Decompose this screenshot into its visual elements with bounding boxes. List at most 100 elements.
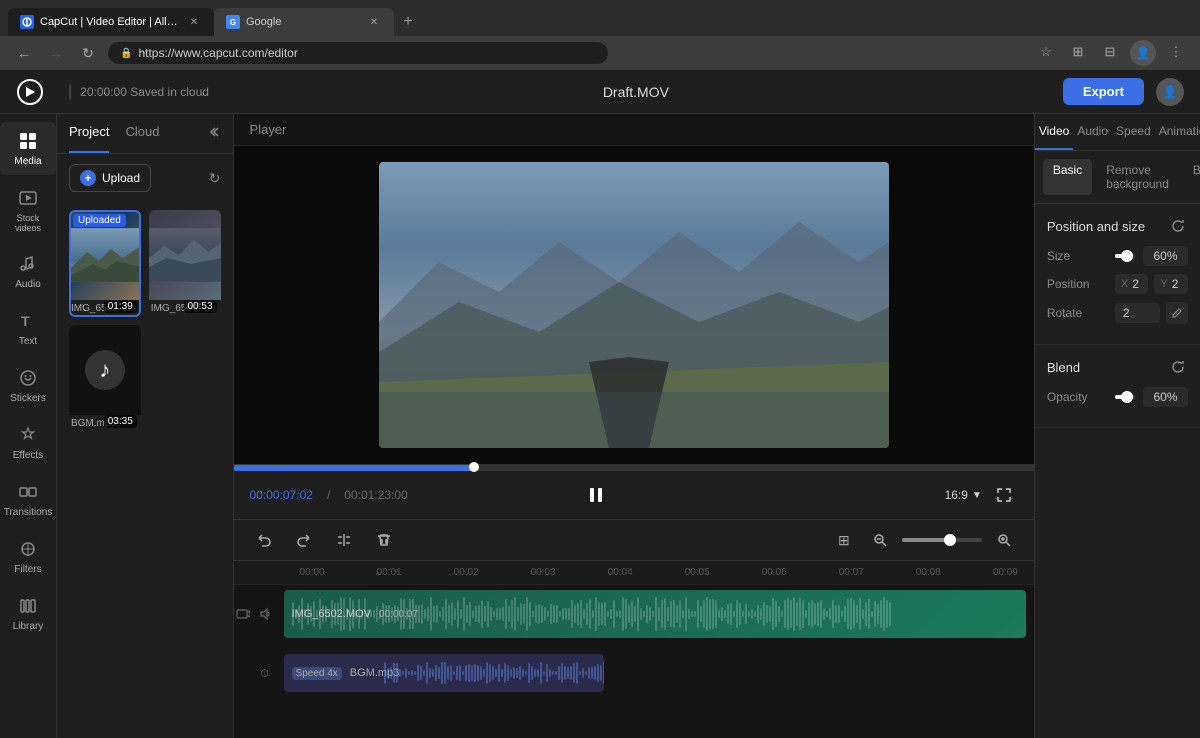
browser-actions: ☆ ⊞ ⊟ 👤 ⋮ [1034, 40, 1188, 66]
right-tab-audio[interactable]: Audio [1073, 114, 1112, 150]
header-divider: | [68, 83, 72, 101]
zoom-slider-fill [902, 538, 950, 542]
url-bar[interactable]: 🔒 https://www.capcut.com/editor [108, 42, 608, 64]
bookmark-button[interactable]: ☆ [1034, 40, 1058, 64]
opacity-slider-thumb[interactable] [1121, 391, 1133, 403]
timeline-progress [234, 465, 474, 471]
sidebar-item-filters[interactable]: Filters [0, 530, 56, 583]
aspect-ratio-button[interactable]: 16:9 ▼ [945, 488, 982, 502]
sidebar-item-audio[interactable]: Audio [0, 245, 56, 298]
zoom-out-button[interactable] [866, 526, 894, 554]
undo-button[interactable] [250, 526, 278, 554]
media-item-video1[interactable]: Uploaded 01:39 IMG_6502.mov [69, 210, 141, 317]
position-size-header: Position and size [1047, 216, 1188, 236]
sidebar-transitions-label: Transitions [4, 507, 53, 518]
user-button[interactable]: 👤 [1130, 40, 1156, 66]
opacity-slider[interactable] [1115, 395, 1135, 399]
tab-google[interactable]: G Google ✕ [214, 8, 394, 36]
sidebar-item-media[interactable]: Media [0, 122, 56, 175]
zoom-slider-thumb[interactable] [944, 534, 956, 546]
right-tab-animation[interactable]: Animation [1155, 114, 1200, 150]
sub-tab-background[interactable]: Background [1183, 159, 1200, 195]
zoom-in-button[interactable] [990, 526, 1018, 554]
more-button[interactable]: ⋮ [1164, 40, 1188, 64]
sidebar-effects-label: Effects [13, 450, 43, 461]
play-pause-button[interactable] [580, 479, 612, 511]
add-media-button[interactable]: ⊞ [830, 526, 858, 554]
tab-capcut-close[interactable]: ✕ [186, 14, 202, 30]
user-avatar[interactable]: 👤 [1156, 78, 1184, 106]
refresh-button[interactable]: ↻ [76, 41, 100, 65]
sidebar-item-effects[interactable]: Effects [0, 416, 56, 469]
media-item-video2[interactable]: 00:53 IMG_6504.mov [149, 210, 221, 317]
stock-videos-icon [17, 187, 39, 209]
upload-button[interactable]: + Upload [69, 164, 151, 192]
tab-google-close[interactable]: ✕ [366, 14, 382, 30]
back-button[interactable]: ← [12, 41, 36, 65]
sidebar-text-label: Text [19, 336, 37, 347]
position-x-input[interactable]: X 2 [1115, 274, 1149, 294]
opacity-label: Opacity [1047, 390, 1107, 404]
audio-track-timer-button[interactable]: ⏱ [254, 663, 276, 685]
stickers-icon [17, 367, 39, 389]
media-item-audio[interactable]: ♪ 03:35 BGM.mp3 [69, 325, 141, 432]
rotate-edit-button[interactable] [1166, 302, 1188, 324]
forward-button[interactable]: → [44, 41, 68, 65]
capcut-favicon [20, 15, 34, 29]
tab-project[interactable]: Project [69, 124, 109, 153]
video2-thumbnail [149, 210, 221, 300]
capcut-logo-icon [16, 78, 44, 106]
video-track-camera-button[interactable] [234, 603, 253, 625]
right-tab-video[interactable]: Video [1035, 114, 1073, 150]
fullscreen-button[interactable] [990, 481, 1018, 509]
position-y-input[interactable]: Y 2 [1154, 274, 1188, 294]
zoom-controls: ⊞ [830, 526, 1018, 554]
sub-tab-basic[interactable]: Basic [1043, 159, 1092, 195]
size-slider-thumb[interactable] [1121, 250, 1133, 262]
layout-button[interactable]: ⊟ [1098, 40, 1122, 64]
right-tab-speed[interactable]: Speed [1112, 114, 1155, 150]
opacity-row: Opacity 60% [1047, 387, 1188, 407]
sidebar-stock-label: Stock videos [4, 213, 52, 233]
ruler-mark-0001: 00:01 [377, 567, 402, 578]
tab-capcut[interactable]: CapCut | Video Editor | All-In-O ✕ [8, 8, 214, 36]
transitions-icon [17, 481, 39, 503]
extensions-button[interactable]: ⊞ [1066, 40, 1090, 64]
video-track-volume-button[interactable] [257, 603, 276, 625]
zoom-slider[interactable] [902, 538, 982, 542]
sidebar-item-stickers[interactable]: Stickers [0, 359, 56, 412]
audio-track-clip[interactable]: Speed 4x BGM.mp3 document.currentScript.… [284, 654, 604, 692]
size-slider[interactable] [1115, 254, 1135, 258]
timeline-scrubber-thumb[interactable] [469, 462, 479, 472]
right-panel-tabs: Video Audio Speed Animation [1035, 114, 1200, 151]
split-button[interactable] [330, 526, 358, 554]
sidebar-item-text[interactable]: T Text [0, 302, 56, 355]
sidebar-item-transitions[interactable]: Transitions [0, 473, 56, 526]
header-time: 20:00:00 Saved in cloud [80, 85, 209, 99]
position-size-reset-button[interactable] [1168, 216, 1188, 236]
ruler-mark-0000: 00:00 [300, 567, 325, 578]
tab-add-button[interactable]: + [394, 8, 422, 36]
export-button[interactable]: Export [1063, 78, 1144, 105]
rotate-field[interactable]: 2 [1115, 303, 1160, 323]
tab-cloud[interactable]: Cloud [125, 124, 159, 153]
controls-row: 00:00:07:02 / 00:01:23:00 16:9 ▼ [234, 471, 1034, 519]
sidebar-item-stock-videos[interactable]: Stock videos [0, 179, 56, 241]
player-label: Player [250, 122, 287, 137]
redo-button[interactable] [290, 526, 318, 554]
upload-plus-icon: + [80, 170, 96, 186]
blend-reset-button[interactable] [1168, 357, 1188, 377]
collapse-panel-icon[interactable] [205, 124, 221, 140]
lock-icon: 🔒 [120, 48, 132, 59]
refresh-button[interactable]: ↻ [209, 170, 221, 187]
upload-label: Upload [102, 171, 140, 185]
rotate-label: Rotate [1047, 306, 1107, 320]
sidebar-item-library[interactable]: Library [0, 587, 56, 640]
url-text: https://www.capcut.com/editor [138, 46, 297, 60]
app-header: | 20:00:00 Saved in cloud Draft.MOV Expo… [0, 70, 1200, 114]
library-icon [17, 595, 39, 617]
sub-tab-remove-bg[interactable]: Remove background [1096, 159, 1179, 195]
delete-button[interactable] [370, 526, 398, 554]
timeline-scrubber[interactable] [234, 465, 1034, 471]
video-track-clip[interactable]: IMG_6502.MOV 00:00:07 // Generate wavefo… [284, 590, 1026, 638]
